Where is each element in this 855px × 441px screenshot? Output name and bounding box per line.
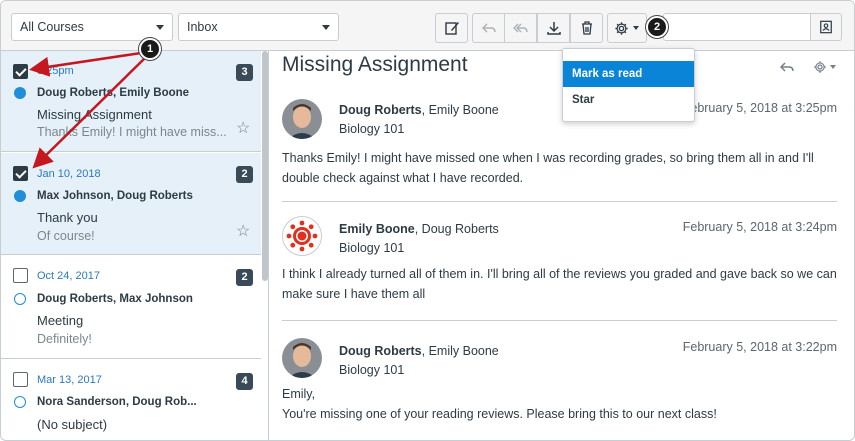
message-count-badge: 2: [236, 269, 253, 286]
message-body: I think I already turned all of them in.…: [282, 267, 837, 301]
message-date: February 5, 2018 at 3:24pm: [682, 220, 837, 234]
conversation-preview: Thanks Emily! I might have miss...: [37, 125, 227, 139]
mailbox-filter-select[interactable]: Inbox: [178, 13, 339, 41]
callout-badge: 2: [646, 16, 668, 38]
message-author: Doug Roberts, Emily Boone: [339, 103, 499, 117]
reply-icon[interactable]: [779, 59, 795, 75]
conversation-date: Mar 13, 2017: [37, 374, 102, 386]
reply-all-button[interactable]: [504, 13, 537, 43]
select-checkbox[interactable]: [13, 166, 28, 181]
conversation-subject: Meeting: [37, 313, 84, 328]
divider: [282, 201, 837, 202]
message-date: February 5, 2018 at 3:22pm: [682, 340, 837, 354]
callout-badge: 1: [139, 38, 161, 60]
menu-item-star[interactable]: Star: [563, 87, 694, 113]
conversation-date: Oct 24, 2017: [37, 270, 100, 282]
message-author: Doug Roberts, Emily Boone: [339, 344, 499, 358]
chevron-down-icon: [322, 25, 330, 30]
conversation-item[interactable]: Oct 24, 2017 2 Doug Roberts, Max Johnson…: [1, 256, 261, 359]
thread-title: Missing Assignment: [282, 53, 468, 76]
conversation-list[interactable]: 3:25pm 3 Doug Roberts, Emily Boone Missi…: [1, 51, 269, 440]
gear-icon: [615, 21, 628, 35]
message: Doug Roberts, Emily Boone Biology 101 Fe…: [282, 96, 837, 196]
conversation-participants: Max Johnson, Doug Roberts: [37, 190, 193, 202]
unread-indicator[interactable]: [14, 87, 26, 99]
conversation-item[interactable]: 3:25pm 3 Doug Roberts, Emily Boone Missi…: [1, 51, 261, 152]
trash-icon: [581, 21, 592, 35]
message-count-badge: 4: [236, 373, 253, 390]
avatar-photo: [282, 99, 322, 139]
compose-button[interactable]: [435, 13, 468, 43]
thread-actions: [779, 59, 836, 75]
conversation-item[interactable]: Jan 10, 2018 2 Max Johnson, Doug Roberts…: [1, 153, 261, 255]
message-body: Thanks Emily! I might have missed one wh…: [282, 151, 814, 185]
avatar-photo: [282, 338, 322, 378]
conversation-subject: Missing Assignment: [37, 107, 152, 122]
message: Emily Boone, Doug Roberts Biology 101 Fe…: [282, 214, 837, 304]
message-body-line: You're missing one of your reading revie…: [282, 407, 717, 421]
conversation-subject: (No subject): [37, 417, 108, 432]
toolbar: All Courses Inbox: [1, 1, 854, 51]
menu-item-mark-as-read[interactable]: Mark as read: [563, 61, 694, 87]
address-book-icon: [820, 20, 832, 34]
compose-icon: [444, 22, 459, 35]
message-body-line: Emily,: [282, 387, 316, 401]
conversation-participants: Nora Sanderson, Doug Rob...: [37, 396, 197, 408]
settings-dropdown-menu: Mark as read Star: [562, 48, 695, 122]
message-course: Biology 101: [339, 363, 405, 377]
conversation-date: 3:25pm: [37, 65, 74, 77]
message-course: Biology 101: [339, 122, 405, 136]
message-count-badge: 3: [236, 64, 253, 81]
conversation-subject: Thank you: [37, 210, 98, 225]
conversation-item[interactable]: Mar 13, 2017 4 Nora Sanderson, Doug Rob.…: [1, 360, 261, 440]
delete-button[interactable]: [570, 13, 603, 43]
select-checkbox[interactable]: [13, 372, 28, 387]
course-filter-value: All Courses: [20, 20, 84, 34]
inbox-window: All Courses Inbox 3:25pm 3 Doug Roberts,…: [0, 0, 855, 441]
select-checkbox[interactable]: [13, 64, 28, 79]
mailbox-filter-value: Inbox: [187, 20, 218, 34]
message-author: Emily Boone, Doug Roberts: [339, 222, 499, 236]
message: Doug Roberts, Emily Boone Biology 101 Fe…: [282, 336, 837, 436]
thread-settings-button[interactable]: [813, 60, 836, 74]
gear-icon: [814, 61, 826, 73]
message-date: February 5, 2018 at 3:25pm: [682, 101, 837, 115]
course-filter-select[interactable]: All Courses: [11, 13, 173, 41]
download-icon: [546, 22, 561, 35]
chevron-down-icon: [156, 25, 164, 30]
conversation-participants: Doug Roberts, Max Johnson: [37, 293, 193, 305]
message-body: Emily, You're missing one of your readin…: [282, 384, 837, 424]
message-count-badge: 2: [236, 166, 253, 183]
conversation-preview: Of course!: [37, 229, 95, 243]
reply-all-icon: [512, 23, 528, 33]
chevron-down-icon: [830, 65, 836, 69]
canvas-logo-icon: [286, 220, 318, 252]
avatar: [282, 338, 322, 378]
scrollbar[interactable]: [262, 51, 268, 281]
unread-indicator[interactable]: [14, 190, 26, 202]
chevron-down-icon: [633, 26, 639, 30]
avatar: [282, 216, 322, 256]
conversation-preview: Definitely!: [37, 332, 92, 346]
divider: [282, 320, 837, 321]
unread-indicator[interactable]: [14, 293, 26, 305]
star-icon[interactable]: ☆: [236, 118, 250, 138]
settings-menu-button[interactable]: [607, 13, 647, 43]
reply-button[interactable]: [472, 13, 505, 43]
recipient-search-input[interactable]: [663, 13, 811, 41]
conversation-participants: Doug Roberts, Emily Boone: [37, 87, 190, 99]
avatar: [282, 99, 322, 139]
address-book-button[interactable]: [810, 13, 842, 41]
select-checkbox[interactable]: [13, 268, 28, 283]
conversation-date: Jan 10, 2018: [37, 168, 101, 180]
reply-icon: [481, 23, 496, 33]
star-icon[interactable]: ☆: [236, 221, 250, 241]
archive-button[interactable]: [537, 13, 570, 43]
message-course: Biology 101: [339, 241, 405, 255]
unread-indicator[interactable]: [14, 396, 26, 408]
